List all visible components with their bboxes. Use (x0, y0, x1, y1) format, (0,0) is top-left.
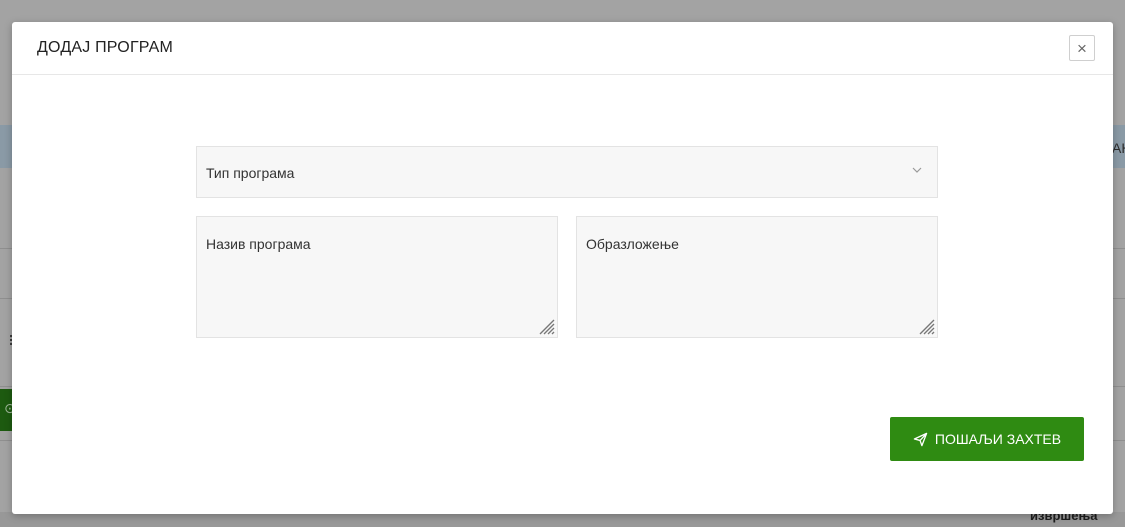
program-type-placeholder: Тип програма (206, 165, 295, 181)
chevron-down-icon (912, 167, 922, 173)
resize-handle-icon[interactable] (917, 317, 935, 335)
modal-header: ДОДАЈ ПРОГРАМ × (12, 22, 1113, 75)
background-header-text: АН (1112, 140, 1125, 156)
close-button[interactable]: × (1069, 35, 1095, 61)
close-icon: × (1077, 38, 1087, 58)
send-request-label: ПОШАЉИ ЗАХТЕВ (934, 431, 1062, 447)
modal-title: ДОДАЈ ПРОГРАМ (37, 39, 174, 56)
add-program-modal: ДОДАЈ ПРОГРАМ × Тип програма Назив прогр… (12, 22, 1113, 514)
program-type-select[interactable]: Тип програма (196, 146, 938, 198)
justification-placeholder: Образложење (586, 236, 679, 252)
paper-plane-icon (913, 432, 928, 446)
send-request-button[interactable]: ПОШАЉИ ЗАХТЕВ (890, 417, 1084, 461)
resize-handle-icon[interactable] (537, 317, 555, 335)
justification-textarea[interactable]: Образложење (576, 216, 938, 338)
background-table-row (0, 512, 1125, 527)
program-name-placeholder: Назив програма (206, 236, 311, 252)
program-name-textarea[interactable]: Назив програма (196, 216, 558, 338)
